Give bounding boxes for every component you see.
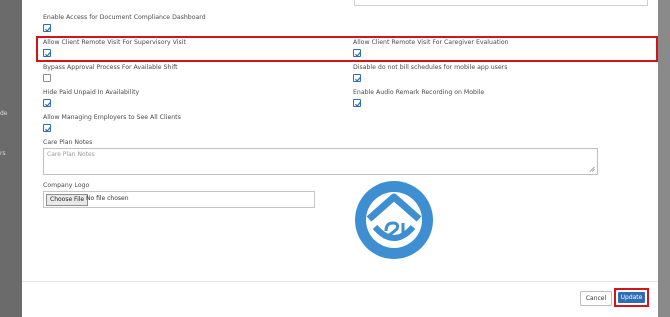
footer-divider bbox=[22, 281, 658, 282]
allow-remote-caregiver-eval-checkbox[interactable] bbox=[353, 49, 362, 57]
company-logo-label: Company Logo bbox=[43, 182, 90, 189]
bypass-approval-label: Bypass Approval Process For Available Sh… bbox=[43, 64, 178, 71]
company-logo-file-input[interactable]: Choose File No file chosen bbox=[43, 191, 315, 208]
settings-modal: Enable Access for Document Compliance Da… bbox=[22, 0, 658, 317]
checkmark-icon bbox=[44, 51, 52, 57]
allow-remote-supervisory-label: Allow Client Remote Visit For Supervisor… bbox=[43, 39, 186, 46]
checkmark-icon bbox=[354, 101, 362, 107]
update-button-highlight: Update bbox=[614, 288, 649, 307]
bypass-approval-checkbox[interactable] bbox=[43, 74, 51, 82]
enable-doc-compliance-label: Enable Access for Document Compliance Da… bbox=[43, 14, 206, 21]
checkmark-icon bbox=[44, 126, 52, 132]
disable-not-bill-checkbox[interactable] bbox=[353, 74, 362, 82]
allow-managing-employers-label: Allow Managing Employers to See All Clie… bbox=[43, 114, 181, 121]
care-plan-notes-placeholder: Care Plan Notes bbox=[47, 151, 95, 158]
page-backdrop-right bbox=[658, 0, 670, 317]
checkmark-icon bbox=[44, 26, 52, 32]
page-backdrop-left: de rs bbox=[0, 0, 22, 317]
enable-audio-remark-checkbox[interactable] bbox=[353, 99, 362, 107]
cancel-button[interactable]: Cancel bbox=[580, 291, 612, 306]
background-text: de bbox=[0, 110, 8, 117]
resize-grip-icon[interactable] bbox=[589, 166, 595, 172]
hide-paid-unpaid-checkbox[interactable] bbox=[43, 99, 52, 107]
care-plan-notes-textarea[interactable]: Care Plan Notes bbox=[43, 148, 598, 175]
file-status-text: No file chosen bbox=[86, 195, 129, 202]
disable-not-bill-label: Disable do not bill schedules for mobile… bbox=[353, 64, 508, 71]
company-logo-icon bbox=[355, 181, 433, 259]
top-text-field[interactable] bbox=[354, 0, 648, 6]
update-button[interactable]: Update bbox=[618, 292, 645, 303]
allow-remote-caregiver-eval-label: Allow Client Remote Visit For Caregiver … bbox=[353, 39, 509, 46]
enable-doc-compliance-checkbox[interactable] bbox=[43, 24, 52, 32]
allow-remote-supervisory-checkbox[interactable] bbox=[43, 49, 52, 57]
checkmark-icon bbox=[44, 101, 52, 107]
background-text: rs bbox=[0, 150, 6, 157]
enable-audio-remark-label: Enable Audio Remark Recording on Mobile bbox=[353, 89, 485, 96]
care-plan-notes-label: Care Plan Notes bbox=[43, 139, 93, 146]
allow-managing-employers-checkbox[interactable] bbox=[43, 124, 52, 132]
checkmark-icon bbox=[354, 51, 362, 57]
checkmark-icon bbox=[354, 76, 362, 82]
hide-paid-unpaid-label: Hide Paid Unpaid In Availability bbox=[43, 89, 140, 96]
choose-file-button[interactable]: Choose File bbox=[46, 194, 89, 206]
